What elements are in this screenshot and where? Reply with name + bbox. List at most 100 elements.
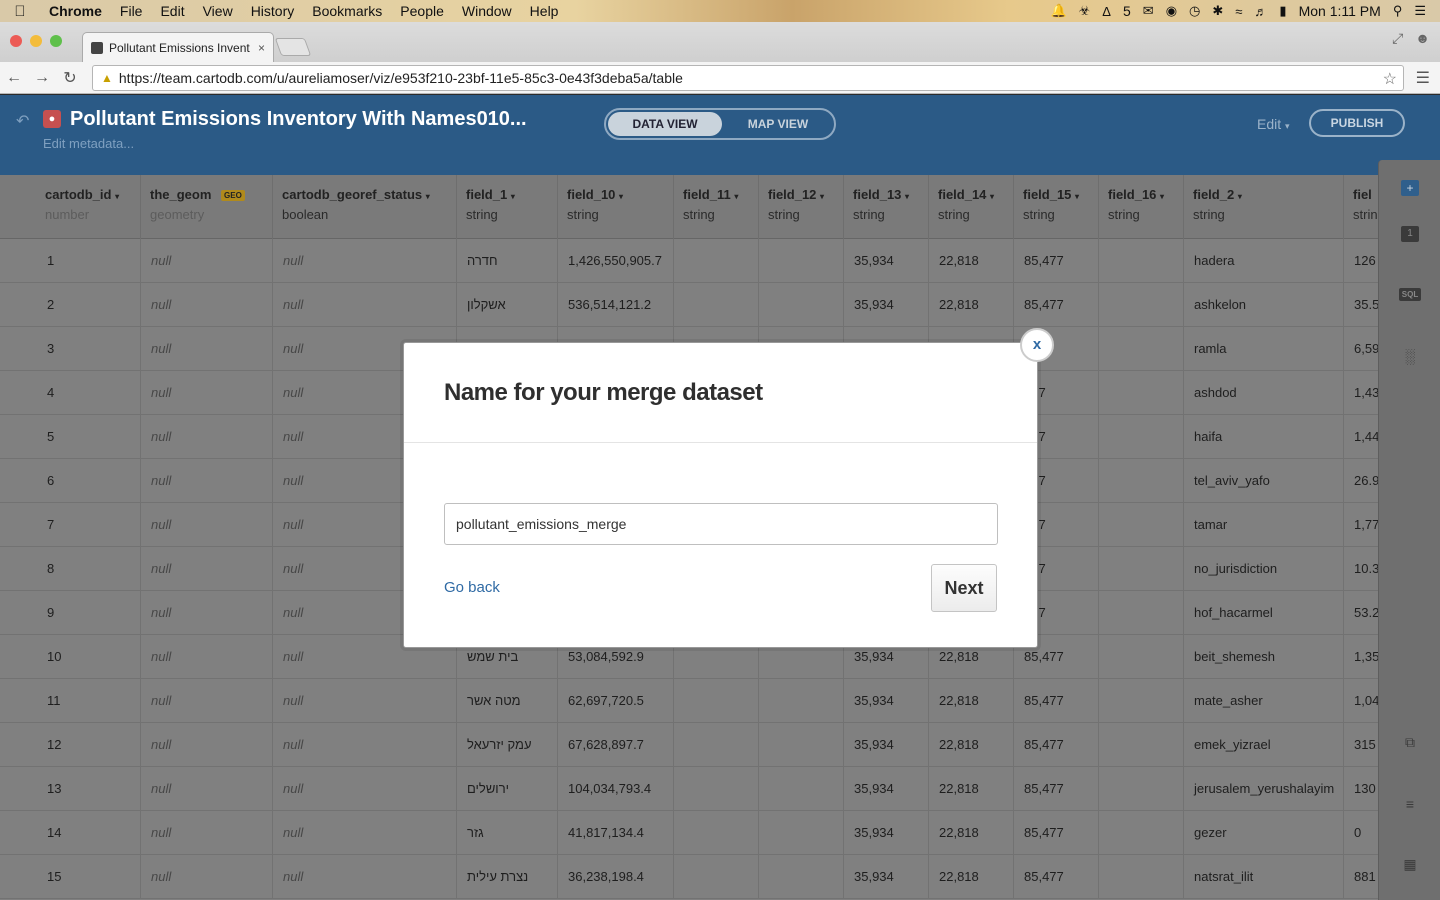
table-cell[interactable]: 62,697,720.5 — [557, 679, 673, 723]
zoom-window-icon[interactable] — [50, 35, 62, 47]
column-header-9[interactable]: field_15 ▾ string — [1013, 175, 1098, 239]
column-type[interactable]: number — [45, 207, 140, 222]
column-name[interactable]: field_2 ▾ — [1193, 187, 1343, 202]
column-type[interactable]: boolean — [282, 207, 456, 222]
table-cell[interactable]: null — [140, 371, 272, 415]
column-header-2[interactable]: cartodb_georef_status ▾ boolean — [272, 175, 456, 239]
chat-icon[interactable]: ✉ — [1143, 3, 1154, 19]
table-cell[interactable]: natsrat_ilit — [1183, 855, 1343, 899]
table-cell[interactable]: 104,034,793.4 — [557, 767, 673, 811]
menu-history[interactable]: History — [242, 3, 304, 19]
notification-center-icon[interactable]: ☰ — [1414, 3, 1426, 19]
table-cell[interactable] — [1098, 459, 1183, 503]
column-header-7[interactable]: field_13 ▾ string — [843, 175, 928, 239]
fullscreen-icon[interactable]: ⤢ — [1392, 30, 1403, 47]
table-cell[interactable]: 10 — [0, 635, 140, 679]
add-layer-icon[interactable]: + — [1401, 180, 1419, 196]
table-cell[interactable]: null — [272, 723, 456, 767]
column-menu-caret-icon[interactable]: ▾ — [619, 192, 623, 201]
column-name[interactable]: field_12 ▾ — [768, 187, 843, 202]
table-cell[interactable]: 85,477 — [1013, 679, 1098, 723]
dataset-name-input[interactable] — [444, 503, 998, 545]
battery-icon[interactable]: ▮ — [1279, 3, 1286, 19]
apple-icon[interactable]:  — [0, 3, 40, 20]
table-cell[interactable]: null — [140, 415, 272, 459]
table-cell[interactable] — [758, 679, 843, 723]
table-cell[interactable]: null — [272, 283, 456, 327]
table-cell[interactable]: גזר — [456, 811, 557, 855]
table-cell[interactable]: 35,934 — [843, 283, 928, 327]
table-cell[interactable] — [1098, 415, 1183, 459]
spotlight-search-icon[interactable]: ⚲ — [1393, 3, 1403, 19]
table-cell[interactable]: 22,818 — [928, 811, 1013, 855]
table-cell[interactable]: עמק יזרעאל — [456, 723, 557, 767]
table-cell[interactable]: 7 — [0, 503, 140, 547]
table-cell[interactable] — [673, 679, 758, 723]
column-name[interactable]: field_14 ▾ — [938, 187, 1013, 202]
table-cell[interactable] — [1098, 239, 1183, 283]
table-cell[interactable]: 11 — [0, 679, 140, 723]
table-cell[interactable] — [673, 723, 758, 767]
table-cell[interactable]: 35,934 — [843, 679, 928, 723]
minimize-window-icon[interactable] — [30, 35, 42, 47]
table-cell[interactable]: אשקלון — [456, 283, 557, 327]
table-cell[interactable]: 9 — [0, 591, 140, 635]
column-name[interactable]: field_10 ▾ — [567, 187, 673, 202]
time-machine-icon[interactable]: ◷ — [1189, 3, 1200, 19]
table-cell[interactable]: null — [140, 767, 272, 811]
table-cell[interactable]: jerusalem_yerushalayim — [1183, 767, 1343, 811]
column-menu-caret-icon[interactable]: ▾ — [115, 192, 119, 201]
table-cell[interactable] — [758, 283, 843, 327]
sql-icon[interactable]: SQL — [1379, 288, 1440, 301]
table-cell[interactable]: ramla — [1183, 327, 1343, 371]
analysis-chart-icon[interactable]: ░ — [1379, 348, 1440, 364]
table-cell[interactable]: 881 — [1343, 855, 1378, 899]
table-cell[interactable]: 2 — [0, 283, 140, 327]
table-cell[interactable]: null — [140, 239, 272, 283]
data-view-tab[interactable]: DATA VIEW — [608, 112, 722, 136]
table-cell[interactable]: null — [140, 283, 272, 327]
column-name[interactable]: cartodb_georef_status ▾ — [282, 187, 456, 202]
table-cell[interactable]: hof_hacarmel — [1183, 591, 1343, 635]
column-menu-caret-icon[interactable]: ▾ — [1238, 192, 1242, 201]
table-cell[interactable] — [758, 723, 843, 767]
table-cell[interactable]: 1,35 — [1343, 635, 1378, 679]
table-cell[interactable] — [1098, 811, 1183, 855]
table-cell[interactable]: 1,77 — [1343, 503, 1378, 547]
column-type[interactable]: string — [466, 207, 557, 222]
table-cell[interactable] — [1098, 679, 1183, 723]
wifi-icon[interactable]: ≈ — [1235, 4, 1242, 19]
table-cell[interactable]: null — [140, 679, 272, 723]
table-cell[interactable]: 10.3 — [1343, 547, 1378, 591]
table-cell[interactable]: 536,514,121.2 — [557, 283, 673, 327]
table-cell[interactable]: 126 — [1343, 239, 1378, 283]
column-header-1[interactable]: the_geom GEO geometry — [140, 175, 272, 239]
table-cell[interactable]: ashdod — [1183, 371, 1343, 415]
table-cell[interactable]: 35.5 — [1343, 283, 1378, 327]
table-cell[interactable] — [1098, 327, 1183, 371]
menu-edit[interactable]: Edit — [151, 3, 193, 19]
table-row[interactable]: 15 null null נצרת עילית 36,238,198.4 35,934 22… — [0, 855, 1378, 899]
private-lock-icon[interactable]: ● — [43, 110, 61, 128]
table-cell[interactable]: נצרת עילית — [456, 855, 557, 899]
table-cell[interactable]: no_jurisdiction — [1183, 547, 1343, 591]
column-name[interactable]: field_13 ▾ — [853, 187, 928, 202]
vpn-icon[interactable]: ◉ — [1166, 3, 1177, 19]
reload-icon[interactable]: ↻ — [56, 68, 84, 88]
table-cell[interactable] — [1098, 855, 1183, 899]
table-cell[interactable]: 3 — [0, 327, 140, 371]
column-header-5[interactable]: field_11 ▾ string — [673, 175, 758, 239]
column-type[interactable]: string — [1193, 207, 1343, 222]
table-cell[interactable]: 130 — [1343, 767, 1378, 811]
table-cell[interactable]: מטה אשר — [456, 679, 557, 723]
bluetooth-icon[interactable]: ✱ — [1212, 3, 1223, 19]
table-cell[interactable]: 1,43 — [1343, 371, 1378, 415]
table-cell[interactable] — [673, 283, 758, 327]
menu-help[interactable]: Help — [521, 3, 568, 19]
table-cell[interactable]: 1 — [0, 239, 140, 283]
table-cell[interactable]: haifa — [1183, 415, 1343, 459]
tab-close-icon[interactable]: × — [258, 41, 265, 55]
table-cell[interactable]: tel_aviv_yafo — [1183, 459, 1343, 503]
table-cell[interactable]: חדרה — [456, 239, 557, 283]
table-cell[interactable]: 15 — [0, 855, 140, 899]
